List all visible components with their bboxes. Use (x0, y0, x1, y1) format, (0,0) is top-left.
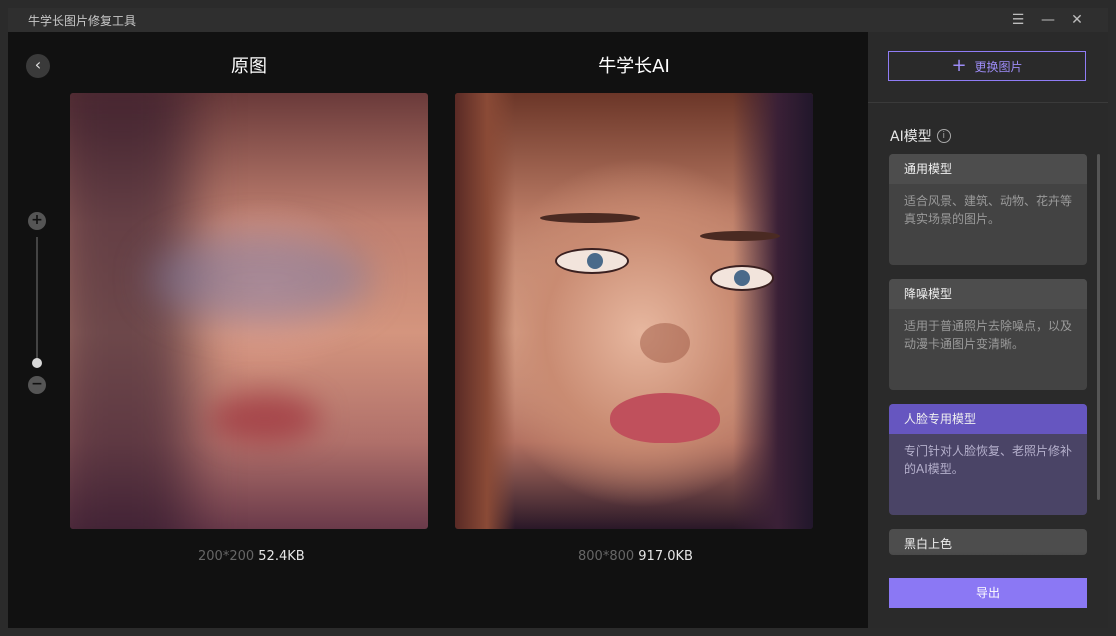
enhanced-image (455, 93, 813, 529)
enhanced-title: 牛学长AI (598, 56, 670, 77)
original-title: 原图 (231, 56, 267, 77)
model-card-desc: 适合风景、建筑、动物、花卉等真实场景的图片。 (904, 194, 1073, 226)
model-card-desc: 适用于普通照片去除噪点，以及动漫卡通图片变清晰。 (904, 319, 1073, 351)
zoom-slider-track[interactable] (36, 237, 38, 365)
model-card-general[interactable]: 通用模型 适合风景、建筑、动物、花卉等真实场景的图片。 (889, 154, 1087, 265)
model-card-title: 通用模型 (889, 154, 1087, 184)
enhanced-filesize: 917.0KB (638, 549, 693, 564)
window-title: 牛学长图片修复工具 (28, 14, 137, 28)
zoom-in-icon[interactable]: + (28, 212, 46, 230)
plus-icon: + (951, 55, 967, 76)
model-card-denoise[interactable]: 降噪模型 适用于普通照片去除噪点，以及动漫卡通图片变清晰。 (889, 279, 1087, 390)
original-image (70, 93, 428, 529)
original-dimensions: 200*200 (198, 549, 255, 564)
model-card-face[interactable]: 人脸专用模型 专门针对人脸恢复、老照片修补的AI模型。 (889, 404, 1087, 515)
replace-image-button[interactable]: + 更换图片 (888, 51, 1086, 81)
zoom-out-icon[interactable]: − (28, 376, 46, 394)
original-image-info: 200*200 52.4KB (198, 549, 305, 564)
enhanced-dimensions: 800*800 (578, 549, 635, 564)
close-icon[interactable]: ✕ (1067, 10, 1087, 30)
model-card-title: 降噪模型 (889, 279, 1087, 309)
export-button[interactable]: 导出 (889, 578, 1087, 608)
model-heading: AI模型 i (890, 126, 951, 146)
back-button[interactable]: ‹ (26, 54, 50, 78)
divider (868, 102, 1108, 103)
model-heading-label: AI模型 (890, 129, 932, 145)
info-icon[interactable]: i (936, 129, 951, 143)
title-bar: 牛学长图片修复工具 ☰ — ✕ (8, 8, 1108, 32)
enhanced-image-info: 800*800 917.0KB (578, 549, 693, 564)
scrollbar[interactable] (1097, 154, 1100, 500)
zoom-slider-handle[interactable] (32, 358, 42, 368)
chevron-left-icon: ‹ (34, 55, 42, 74)
sidebar: + 更换图片 AI模型 i 通用模型 适合风景、建筑、动物、花卉等真实场景的图片… (868, 32, 1108, 628)
model-card-desc: 专门针对人脸恢复、老照片修补的AI模型。 (904, 444, 1073, 476)
original-filesize: 52.4KB (258, 549, 305, 564)
menu-icon[interactable]: ☰ (1008, 10, 1028, 30)
minimize-icon[interactable]: — (1038, 10, 1058, 30)
preview-area: ‹ + − 原图 200*200 52.4KB 牛学长AI 800*800 91… (8, 32, 868, 628)
replace-image-label: 更换图片 (974, 59, 1023, 74)
model-card-title: 人脸专用模型 (889, 404, 1087, 434)
app-window: 牛学长图片修复工具 ☰ — ✕ ‹ + − 原图 200*200 52.4KB … (8, 8, 1108, 628)
